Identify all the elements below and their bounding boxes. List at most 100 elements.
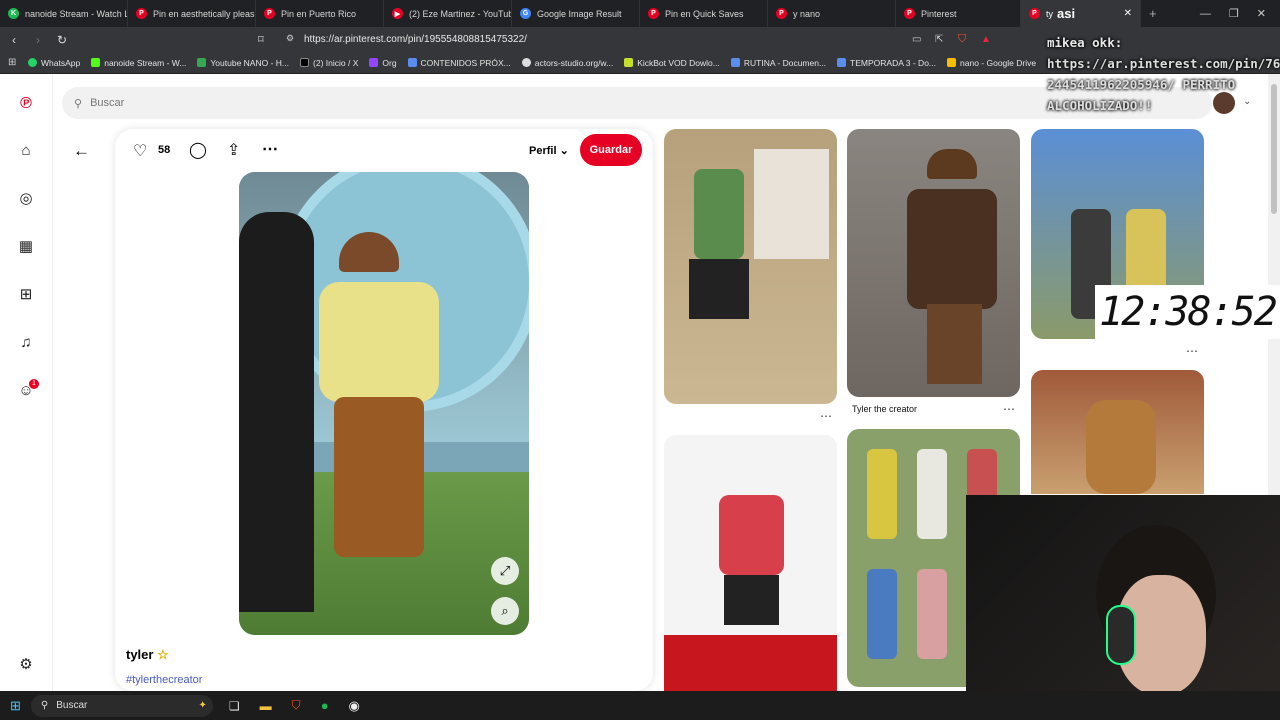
chat-message: https://ar.pinterest.com/pin/76 24454119… — [1047, 56, 1280, 113]
bookmark-x[interactable]: (2) Inicio / X — [300, 58, 358, 68]
tab-pin-quick-saves[interactable]: P Pin en Quick Saves — [640, 0, 768, 27]
related-pin[interactable] — [1031, 370, 1204, 494]
file-explorer-icon[interactable]: ▬ — [260, 699, 272, 713]
spotify-icon[interactable]: ● — [321, 698, 329, 713]
back-arrow-icon[interactable]: ← — [73, 141, 90, 161]
more-options-icon[interactable]: ⋯ — [1003, 402, 1015, 416]
sheets-icon — [197, 58, 207, 67]
left-nav-rail: ℗ ⌂ ◎ ▦ ⊞ ♫ ☺ 1 ⚙ — [0, 74, 53, 691]
related-pin-caption[interactable]: Tyler the creator — [852, 404, 917, 414]
search-input[interactable]: Buscar — [90, 97, 124, 109]
bookmark-youtube-nano[interactable]: Youtube NANO - H... — [197, 58, 289, 68]
bookmark-org[interactable]: Org — [369, 58, 397, 68]
forward-icon[interactable]: › — [28, 33, 48, 47]
cast-icon[interactable]: ▭ — [912, 34, 921, 45]
pin-closeup-card: ← ♡ 58 ◯ ⇪ ⋯ Perfil ⌄ Guardar ⤢ ⌕ tyler … — [73, 129, 653, 691]
drive-icon — [947, 58, 957, 67]
chevron-down-icon: ⌄ — [559, 145, 569, 157]
home-icon[interactable]: ⌂ — [16, 140, 36, 160]
bookmark-kickbot[interactable]: KickBot VOD Dowlo... — [624, 58, 720, 68]
tab-pinterest[interactable]: P Pinterest — [896, 0, 1021, 27]
settings-icon[interactable]: ⚙ — [16, 654, 36, 674]
site-info-icon[interactable]: ⚙ — [286, 33, 294, 44]
browser-tab-bar: Knanoide Stream - Watch L P Pin en aesthe… — [0, 0, 1280, 27]
brave-shield-icon[interactable]: ⛉ — [958, 33, 966, 46]
tab-google-image[interactable]: G Google Image Result — [512, 0, 640, 27]
bookmark-nanoide[interactable]: nanoide Stream - W... — [91, 58, 186, 68]
window-controls: — ❐ ✕ — [1186, 0, 1280, 27]
notifications-icon[interactable]: ♫ — [16, 332, 36, 352]
star-icon: ☆ — [157, 647, 169, 662]
kickbot-icon — [624, 58, 634, 67]
bookmark-google-drive[interactable]: nano - Google Drive — [947, 58, 1036, 68]
tab-active-ty[interactable]: Pty asi ✕ — [1021, 0, 1141, 27]
bookmark-contenidos[interactable]: CONTENIDOS PRÓX... — [407, 58, 511, 68]
tab-youtube[interactable]: ▶ (2) Eze Martinez - YouTube — [384, 0, 512, 27]
expand-icon[interactable]: ⤢ — [491, 557, 519, 585]
url-field[interactable]: https://ar.pinterest.com/pin/19555480881… — [282, 31, 1002, 48]
pinterest-icon: P — [264, 8, 275, 19]
tab-nanoide-stream[interactable]: Knanoide Stream - Watch L — [0, 0, 128, 27]
more-options-icon[interactable]: ⋯ — [1186, 344, 1198, 358]
related-pin[interactable] — [664, 435, 837, 691]
visual-search-icon[interactable]: ⌕ — [491, 597, 519, 625]
maximize-icon[interactable]: ❐ — [1229, 7, 1239, 20]
x-icon — [300, 58, 310, 67]
heart-icon[interactable]: ♡ — [133, 141, 147, 161]
brave-browser-icon[interactable]: ⛉ — [292, 698, 301, 713]
close-tab-icon[interactable]: ✕ — [1124, 8, 1132, 19]
reload-icon[interactable]: ↻ — [52, 33, 72, 47]
share-icon[interactable]: ⇪ — [227, 140, 240, 160]
pinterest-icon: P — [136, 8, 147, 19]
youtube-icon: ▶ — [392, 8, 403, 19]
save-button[interactable]: Guardar — [580, 134, 642, 166]
bookmark-whatsapp[interactable]: WhatsApp — [28, 58, 80, 68]
chat-username: mikea okk: — [1047, 35, 1123, 50]
headphones-icon — [1106, 605, 1136, 665]
task-view-icon[interactable]: ❏ — [229, 699, 240, 713]
bookmark-rutina[interactable]: RUTINA - Documen... — [730, 58, 826, 68]
explore-icon[interactable]: ◎ — [16, 188, 36, 208]
pin-title: tyler ☆ — [126, 647, 169, 662]
new-tab-button[interactable]: + — [1141, 0, 1161, 27]
likes-count: 58 — [158, 144, 171, 156]
pin-hashtag-link[interactable]: #tylerthecreator — [126, 674, 202, 686]
close-window-icon[interactable]: ✕ — [1257, 7, 1266, 20]
apps-grid-icon[interactable]: ⊞ — [8, 57, 16, 68]
twitch-icon — [369, 58, 379, 67]
bookmark-icon[interactable]: ⌑ — [258, 33, 264, 46]
comment-icon[interactable]: ◯ — [189, 140, 207, 160]
windows-taskbar: ⊞ ⚲ Buscar ✦ ❏ ▬ ⛉ ● ◉ — [0, 691, 1280, 720]
tab-pin-puerto-rico[interactable]: P Pin en Puerto Rico — [256, 0, 384, 27]
boards-icon[interactable]: ▦ — [16, 236, 36, 256]
globe-icon — [521, 58, 531, 67]
search-icon: ⚲ — [74, 97, 83, 110]
tab-y-nano[interactable]: Py nano — [768, 0, 896, 27]
more-options-icon[interactable]: ⋯ — [262, 139, 278, 159]
create-icon[interactable]: ⊞ — [16, 284, 36, 304]
docs-icon — [837, 58, 847, 67]
bookmark-temporada[interactable]: TEMPORADA 3 - Do... — [837, 58, 936, 68]
related-pin[interactable] — [664, 129, 837, 404]
profile-dropdown[interactable]: Perfil ⌄ — [529, 144, 569, 157]
obs-icon[interactable]: ◉ — [349, 698, 360, 714]
windows-start-icon[interactable]: ⊞ — [10, 698, 21, 714]
pinterest-icon: P — [904, 8, 915, 19]
docs-icon — [407, 58, 417, 67]
search-bar[interactable]: ⚲ Buscar — [62, 87, 1212, 119]
minimize-icon[interactable]: — — [1200, 8, 1211, 20]
back-icon[interactable]: ‹ — [4, 33, 24, 47]
taskbar-search[interactable]: ⚲ Buscar ✦ — [30, 694, 213, 717]
pinterest-icon: P — [648, 8, 659, 19]
pinterest-logo-icon[interactable]: ℗ — [16, 94, 36, 114]
related-pin[interactable] — [847, 129, 1020, 397]
pin-action-bar: ← ♡ 58 ◯ ⇪ ⋯ Perfil ⌄ Guardar — [73, 129, 653, 175]
bookmark-actors-studio[interactable]: actors-studio.org/w... — [521, 58, 613, 68]
brave-rewards-icon[interactable]: ▲ — [981, 34, 991, 45]
tab-pin-aesthetic[interactable]: P Pin en aesthetically pleasin — [128, 0, 256, 27]
more-options-icon[interactable]: ⋯ — [820, 409, 832, 423]
share-icon[interactable]: ⇱ — [935, 34, 943, 45]
pin-main-image: ⤢ ⌕ — [239, 172, 529, 635]
chat-overlay: mikea okk: https://ar.pinterest.com/pin/… — [1047, 32, 1280, 116]
pinterest-icon: P — [776, 8, 787, 19]
